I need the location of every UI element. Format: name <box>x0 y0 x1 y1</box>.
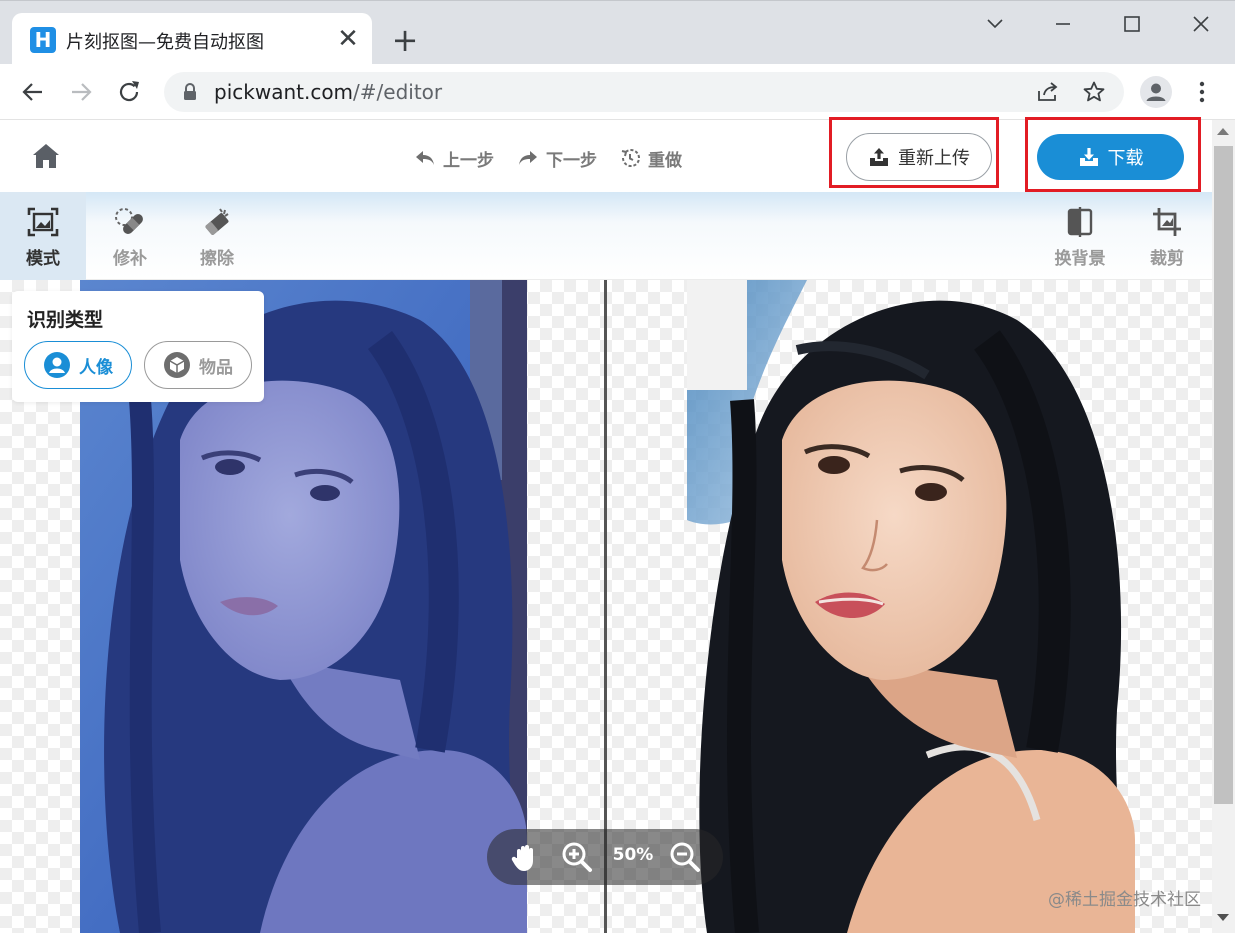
profile-avatar-icon[interactable] <box>1140 76 1172 108</box>
back-arrow-icon[interactable] <box>17 76 49 108</box>
window-close-icon[interactable] <box>1181 7 1221 41</box>
cutout-result-photo <box>687 280 1135 933</box>
type-option-object[interactable]: 物品 <box>144 341 252 389</box>
browser-toolbar: pickwant.com/#/editor <box>0 64 1235 120</box>
address-bar[interactable]: pickwant.com/#/editor <box>164 72 1124 112</box>
tab-close-icon[interactable]: ✕ <box>334 25 362 53</box>
window-minimize-icon[interactable] <box>1043 7 1083 41</box>
zoom-in-icon[interactable] <box>561 841 593 873</box>
tool-crop[interactable]: 裁剪 <box>1124 192 1210 280</box>
url-text[interactable]: pickwant.com/#/editor <box>214 80 442 104</box>
browser-tab[interactable]: H 片刻抠图—免费自动抠图 ✕ <box>12 13 372 65</box>
url-path: /#/editor <box>353 80 443 104</box>
mode-frame-icon <box>27 207 59 237</box>
browser-menu-icon[interactable] <box>1190 78 1214 106</box>
tab-title: 片刻抠图—免费自动抠图 <box>66 32 264 53</box>
zoom-controls: 50% <box>487 829 723 885</box>
history-icon <box>621 149 640 167</box>
share-icon[interactable] <box>1036 80 1060 104</box>
browser-tabstrip: H 片刻抠图—免费自动抠图 ✕ + <box>0 0 1235 65</box>
tool-change-background[interactable]: 换背景 <box>1037 192 1123 280</box>
undo-button[interactable]: 上一步 <box>413 144 494 172</box>
scroll-down-arrow-icon[interactable] <box>1217 914 1229 921</box>
home-icon[interactable] <box>30 140 62 172</box>
tool-erase[interactable]: 擦除 <box>174 192 260 280</box>
bandage-icon <box>115 208 143 234</box>
forward-arrow-icon[interactable] <box>65 76 97 108</box>
eraser-icon <box>205 208 229 235</box>
zoom-out-icon[interactable] <box>669 841 701 873</box>
site-logo-icon: H <box>30 27 56 53</box>
highlight-box-reupload <box>829 117 999 188</box>
lock-icon[interactable] <box>182 83 198 101</box>
tool-mode-label: 模式 <box>26 249 60 269</box>
tool-change-background-label: 换背景 <box>1054 249 1106 269</box>
window-dropdown-icon[interactable] <box>975 7 1015 41</box>
highlight-box-download <box>1025 117 1201 192</box>
bookmark-star-icon[interactable] <box>1082 80 1106 104</box>
recognition-type-title: 识别类型 <box>27 309 104 331</box>
type-option-person-label: 人像 <box>79 357 113 378</box>
window-maximize-icon[interactable] <box>1112 7 1152 41</box>
redo-again-button[interactable]: 重做 <box>618 144 682 172</box>
crop-icon <box>1153 208 1181 236</box>
type-option-object-label: 物品 <box>199 357 233 378</box>
person-icon <box>44 352 70 378</box>
undo-label: 上一步 <box>443 150 494 171</box>
redo-again-label: 重做 <box>648 150 682 171</box>
zoom-level: 50% <box>612 845 654 865</box>
redo-icon <box>519 151 537 165</box>
tool-row: 模式 修补 擦除 换背景 裁剪 <box>0 192 1212 280</box>
watermark-text: @稀土掘金技术社区 <box>1048 890 1201 910</box>
page-scrollbar[interactable] <box>1212 120 1235 933</box>
redo-button[interactable]: 下一步 <box>516 144 597 172</box>
hand-pan-icon[interactable] <box>509 841 541 873</box>
box-icon <box>164 352 190 378</box>
redo-label: 下一步 <box>546 150 597 171</box>
tool-crop-label: 裁剪 <box>1150 249 1184 269</box>
url-host: pickwant.com <box>214 80 354 104</box>
tool-patch-label: 修补 <box>113 249 147 269</box>
new-tab-button[interactable]: + <box>388 23 422 57</box>
reload-icon[interactable] <box>113 76 145 108</box>
scroll-up-arrow-icon[interactable] <box>1217 128 1229 135</box>
tool-patch[interactable]: 修补 <box>87 192 173 280</box>
recognition-type-panel: 识别类型 人像 物品 <box>12 291 264 402</box>
editor-canvas[interactable]: 识别类型 人像 物品 50% @稀土掘金技术社区 <box>0 280 1212 933</box>
undo-icon <box>416 151 434 165</box>
type-option-person[interactable]: 人像 <box>24 341 132 389</box>
scroll-thumb[interactable] <box>1214 146 1233 804</box>
tool-mode[interactable]: 模式 <box>0 192 86 280</box>
tool-erase-label: 擦除 <box>200 249 234 269</box>
background-swap-icon <box>1067 207 1093 237</box>
